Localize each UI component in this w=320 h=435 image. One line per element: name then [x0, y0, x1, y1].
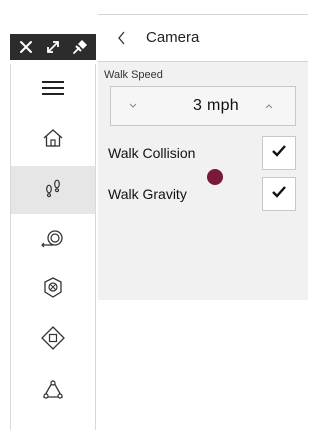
walk-speed-value: 3 mph	[193, 97, 239, 114]
window-toolbar	[10, 34, 96, 60]
pointer-cursor	[207, 169, 223, 185]
chevron-left-icon[interactable]	[114, 28, 130, 48]
pin-icon[interactable]	[69, 36, 91, 58]
expand-icon[interactable]	[42, 36, 64, 58]
walk-gravity-label: Walk Gravity	[108, 186, 187, 202]
nav-item-walk[interactable]	[11, 166, 95, 214]
close-icon[interactable]	[15, 36, 37, 58]
home-icon	[42, 127, 64, 154]
camera-panel: Camera Walk Speed 3 mph Walk Collision W…	[98, 14, 308, 300]
checkmark-icon	[271, 185, 287, 204]
panel-title: Camera	[146, 29, 200, 46]
nav-item-home[interactable]	[11, 116, 95, 164]
center-diamond-icon	[41, 325, 65, 355]
walk-gravity-checkbox[interactable]	[262, 177, 296, 211]
chevron-down-icon[interactable]	[125, 97, 141, 115]
fly-icon	[41, 378, 65, 407]
nav-item-center[interactable]	[11, 316, 95, 364]
walk-collision-label: Walk Collision	[108, 145, 196, 161]
chevron-up-icon[interactable]	[261, 97, 277, 115]
walk-collision-checkbox[interactable]	[262, 136, 296, 170]
hamburger-menu-icon	[42, 80, 64, 101]
panel-header: Camera	[98, 14, 308, 62]
walk-gravity-row: Walk Gravity	[108, 177, 298, 213]
footprints-icon	[42, 177, 64, 204]
nav-item-look-around[interactable]	[11, 216, 95, 264]
checkmark-icon	[271, 144, 287, 163]
orbit-icon	[41, 276, 65, 305]
nav-item-orbit[interactable]	[11, 266, 95, 314]
walk-speed-stepper[interactable]: 3 mph	[110, 86, 296, 126]
walk-speed-label: Walk Speed	[104, 69, 163, 81]
nav-item-fly[interactable]	[11, 368, 95, 416]
look-around-icon	[40, 227, 66, 254]
walk-collision-row: Walk Collision	[108, 136, 298, 172]
camera-settings-screen: Camera Walk Speed 3 mph Walk Collision W…	[0, 0, 320, 435]
tool-sidebar	[10, 64, 96, 430]
nav-item-menu[interactable]	[11, 66, 95, 114]
